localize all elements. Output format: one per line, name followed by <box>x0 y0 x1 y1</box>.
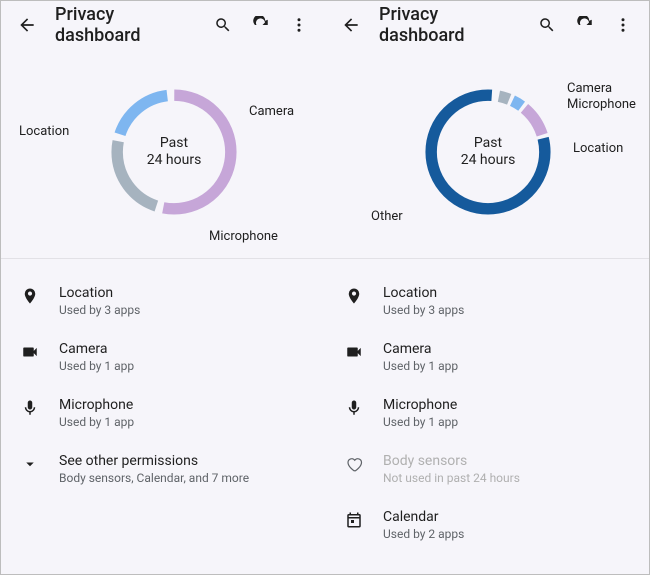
see-other-permissions[interactable]: See other permissionsBody sensors, Calen… <box>1 441 325 497</box>
chart-label-microphone: Microphone <box>567 97 636 112</box>
mic-icon <box>345 399 363 417</box>
permission-row-location[interactable]: LocationUsed by 3 apps <box>325 273 649 329</box>
more-icon <box>614 16 632 34</box>
usage-donut-chart: Past 24 hours Location Camera Microphone <box>1 49 325 259</box>
more-icon <box>290 16 308 34</box>
overflow-button[interactable] <box>607 9 639 41</box>
usage-donut-chart: Past 24 hours Camera Microphone Location… <box>325 49 649 259</box>
chart-label-location: Location <box>573 141 623 156</box>
search-button[interactable] <box>207 9 239 41</box>
permission-row-microphone[interactable]: MicrophoneUsed by 1 app <box>1 385 325 441</box>
heart-icon <box>345 455 363 473</box>
mic-icon <box>21 399 39 417</box>
refresh-icon <box>252 16 270 34</box>
back-button[interactable] <box>335 9 367 41</box>
permission-row-body-sensors: Body sensorsNot used in past 24 hours <box>325 441 649 497</box>
donut-center-label: Past 24 hours <box>413 77 563 227</box>
refresh-icon <box>576 16 594 34</box>
chart-label-camera: Camera <box>249 104 294 119</box>
location-icon <box>345 287 363 305</box>
permission-list: LocationUsed by 3 apps CameraUsed by 1 a… <box>325 259 649 567</box>
search-button[interactable] <box>531 9 563 41</box>
permission-row-calendar[interactable]: CalendarUsed by 2 apps <box>325 497 649 553</box>
page-title: Privacy dashboard <box>55 4 201 46</box>
refresh-button[interactable] <box>245 9 277 41</box>
chart-label-camera: Camera <box>567 81 612 96</box>
camera-icon <box>345 343 363 361</box>
search-icon <box>538 16 556 34</box>
back-button[interactable] <box>11 9 43 41</box>
permission-list: LocationUsed by 3 apps CameraUsed by 1 a… <box>1 259 325 511</box>
app-bar: Privacy dashboard <box>325 1 649 49</box>
permission-row-camera[interactable]: CameraUsed by 1 app <box>1 329 325 385</box>
search-icon <box>214 16 232 34</box>
privacy-dashboard-expanded: Privacy dashboard Past 24 hours Camera M… <box>325 1 649 574</box>
chart-label-location: Location <box>19 124 69 139</box>
chevron-down-icon <box>21 455 39 473</box>
location-icon <box>21 287 39 305</box>
calendar-icon <box>345 511 363 529</box>
app-bar: Privacy dashboard <box>1 1 325 49</box>
permission-row-location[interactable]: LocationUsed by 3 apps <box>1 273 325 329</box>
chart-label-microphone: Microphone <box>209 229 278 244</box>
camera-icon <box>21 343 39 361</box>
privacy-dashboard-collapsed: Privacy dashboard Past 24 hours Location… <box>1 1 325 574</box>
permission-row-camera[interactable]: CameraUsed by 1 app <box>325 329 649 385</box>
chart-label-other: Other <box>371 209 403 224</box>
back-icon <box>341 15 361 35</box>
permission-row-microphone[interactable]: MicrophoneUsed by 1 app <box>325 385 649 441</box>
refresh-button[interactable] <box>569 9 601 41</box>
page-title: Privacy dashboard <box>379 4 525 46</box>
back-icon <box>17 15 37 35</box>
overflow-button[interactable] <box>283 9 315 41</box>
donut-center-label: Past 24 hours <box>99 77 249 227</box>
